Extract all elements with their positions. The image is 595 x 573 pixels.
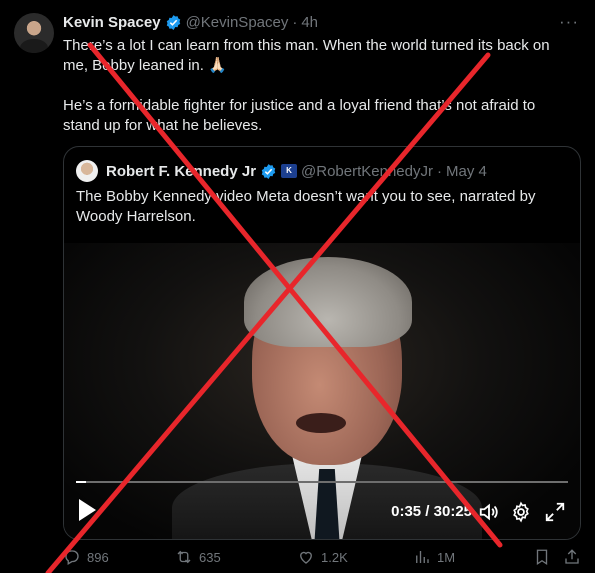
header-separator: · [292,13,298,31]
tweet-time[interactable]: 4h [301,14,318,31]
repost-count: 635 [199,549,221,565]
video-time: 0:35 / 30:25 [391,503,472,520]
quote-author-avatar[interactable] [76,160,98,182]
quote-author-name[interactable]: Robert F. Kennedy Jr [106,163,256,180]
verified-icon [261,163,276,179]
author-avatar[interactable] [14,13,54,53]
video-progress-fill [76,481,86,483]
quoted-tweet[interactable]: Robert F. Kennedy Jr K @RobertKennedyJr … [63,146,581,540]
author-handle[interactable]: @KevinSpacey [186,14,289,31]
tweet-text: There’s a lot I can learn from this man.… [63,36,573,136]
quote-date[interactable]: May 4 [446,163,487,180]
verified-icon [166,14,180,30]
quote-header: Robert F. Kennedy Jr K @RobertKennedyJr … [76,159,487,183]
like-count: 1.2K [321,549,348,565]
video-progress-bar[interactable] [76,481,568,483]
video-controls: 0:35 / 30:25 [64,493,580,533]
quote-author-handle[interactable]: @RobertKennedyJr [301,163,433,180]
author-name[interactable]: Kevin Spacey [63,14,161,31]
bookmark-icon[interactable] [533,548,551,566]
reply-button[interactable]: 896 [63,548,109,566]
video-subject-hair [244,257,412,347]
affiliate-badge: K [281,164,298,178]
like-button[interactable]: 1.2K [297,548,348,566]
video-subject-mouth [296,413,346,433]
quote-text: The Bobby Kennedy video Meta doesn’t wan… [76,188,536,225]
views-icon [416,551,429,563]
video-player[interactable]: 0:35 / 30:25 [64,243,580,539]
play-icon[interactable] [76,497,98,523]
volume-icon[interactable] [478,501,500,523]
tweet-header: Kevin Spacey @KevinSpacey · 4h [63,12,318,32]
tweet-actions: 896 635 1.2K 1M [63,546,583,568]
reply-icon [65,550,79,565]
views-button[interactable]: 1M [413,548,455,566]
quote-separator: · [437,162,442,180]
fullscreen-icon[interactable] [544,501,566,523]
more-icon[interactable]: ··· [559,12,579,32]
repost-button[interactable]: 635 [175,548,221,566]
tweet-text-line-1: There’s a lot I can learn from this man.… [63,37,550,74]
repost-icon [177,550,191,564]
tweet-text-line-2: He’s a formidable fighter for justice an… [63,97,536,134]
views-count: 1M [437,549,456,565]
like-icon [300,551,312,564]
reply-count: 896 [87,549,109,565]
settings-icon[interactable] [510,501,532,523]
share-icon[interactable] [563,548,581,566]
